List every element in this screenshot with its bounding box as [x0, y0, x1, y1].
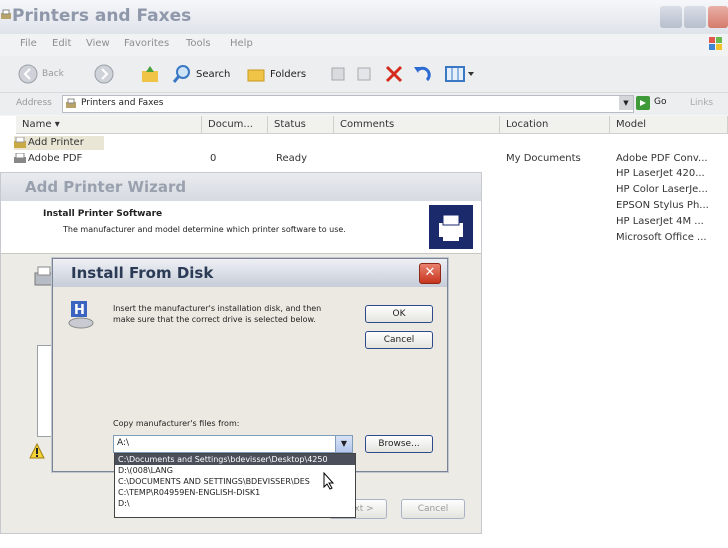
warning-icon	[29, 442, 45, 459]
column-header-name[interactable]: Name ▾	[16, 116, 202, 134]
views-button[interactable]	[444, 64, 478, 84]
folders-icon	[247, 69, 265, 82]
window-close-button[interactable]	[708, 6, 728, 28]
address-input[interactable]: Printers and Faxes ▼	[62, 95, 634, 113]
printer-wizard-icon	[429, 205, 473, 249]
windows-logo-icon	[708, 36, 724, 52]
ok-button[interactable]: OK	[365, 305, 433, 323]
window-title: Printers and Faxes	[12, 6, 192, 26]
combo-value: A:\	[117, 438, 130, 448]
dialog-message: Insert the manufacturer's installation d…	[113, 304, 322, 324]
wizard-titlebar: Add Printer Wizard	[1, 173, 481, 201]
menu-tools[interactable]: Tools	[186, 38, 211, 49]
copy-to-icon[interactable]	[356, 64, 374, 84]
dialog-title: Install From Disk	[71, 264, 214, 282]
links-label[interactable]: Links	[690, 98, 713, 108]
column-header-status[interactable]: Status	[268, 116, 334, 134]
menu-view[interactable]: View	[86, 38, 110, 49]
list-item[interactable]: D:\(008\LANG	[115, 465, 355, 476]
search-icon	[172, 65, 190, 83]
browse-button[interactable]: Browse...	[365, 435, 433, 453]
address-bar: Address Printers and Faxes ▼ Go Links	[0, 93, 728, 115]
folders-button[interactable]: Folders	[246, 64, 312, 84]
cancel-button[interactable]: Cancel	[365, 331, 433, 349]
dialog-titlebar: Install From Disk ✕	[53, 259, 447, 287]
maximize-button[interactable]	[684, 6, 706, 28]
copy-files-label: Copy manufacturer's files from:	[113, 419, 240, 428]
list-item[interactable]: D:\	[115, 498, 355, 509]
install-disk-icon: H	[67, 299, 95, 329]
printer-folder-icon	[0, 9, 12, 21]
svg-text:H: H	[74, 303, 85, 318]
move-to-icon[interactable]	[330, 64, 348, 84]
printer-folder-icon	[65, 98, 77, 110]
table-row[interactable]: Adobe PDF 0 Ready My Documents Adobe PDF…	[14, 152, 728, 166]
menu-favorites[interactable]: Favorites	[124, 38, 169, 49]
forward-arrow-icon	[94, 64, 114, 84]
path-dropdown-list: C:\Documents and Settings\bdevisser\Desk…	[114, 453, 356, 518]
menu-file[interactable]: File	[20, 38, 37, 49]
menu-bar: File Edit View Favorites Tools Help	[0, 34, 728, 56]
address-dropdown-arrow-icon[interactable]: ▼	[619, 96, 633, 110]
copy-files-combo[interactable]: A:\ ▼	[113, 435, 353, 453]
column-header-documents[interactable]: Docum...	[202, 116, 268, 134]
model-cell[interactable]: HP Color LaserJe...	[616, 184, 708, 195]
table-row[interactable]: Add Printer	[14, 136, 104, 150]
list-item[interactable]: C:\DOCUMENTS AND SETTINGS\BDEVISSER\DES	[115, 476, 355, 487]
up-folder-button[interactable]	[140, 64, 160, 84]
list-item[interactable]: C:\Documents and Settings\bdevisser\Desk…	[115, 454, 355, 465]
wizard-heading: Install Printer Software	[43, 209, 163, 219]
model-cell[interactable]: HP LaserJet 4M ...	[616, 216, 704, 227]
go-button[interactable]: Go	[636, 96, 672, 112]
wizard-title: Add Printer Wizard	[25, 178, 187, 196]
close-icon: ✕	[424, 265, 436, 280]
menu-help[interactable]: Help	[230, 38, 253, 49]
column-header-comments[interactable]: Comments	[334, 116, 500, 134]
minimize-button[interactable]	[660, 6, 682, 28]
wizard-cancel-button[interactable]: Cancel	[401, 499, 465, 519]
close-button[interactable]: ✕	[419, 263, 441, 284]
mouse-cursor-icon	[323, 471, 335, 490]
wizard-header: Install Printer Software The manufacture…	[1, 201, 481, 254]
column-header-location[interactable]: Location	[500, 116, 610, 134]
menu-edit[interactable]: Edit	[52, 38, 71, 49]
model-cell[interactable]: Microsoft Office ...	[616, 232, 707, 243]
address-label: Address	[16, 98, 52, 108]
column-header-model[interactable]: Model	[610, 116, 728, 134]
search-button[interactable]: Search	[172, 64, 238, 84]
up-folder-icon	[142, 66, 158, 82]
toolbar: Back Search Folders	[0, 56, 728, 93]
views-icon	[445, 66, 474, 82]
printer-icon	[14, 152, 26, 165]
back-arrow-icon	[18, 64, 38, 84]
add-printer-icon	[14, 136, 26, 149]
undo-icon[interactable]	[412, 64, 432, 84]
list-item[interactable]: C:\TEMP\R04959EN-ENGLISH-DISK1	[115, 487, 355, 498]
delete-icon[interactable]	[384, 64, 404, 84]
install-from-disk-dialog: Install From Disk ✕ H Insert the manufac…	[52, 258, 448, 472]
back-button[interactable]: Back	[18, 64, 88, 84]
go-arrow-icon	[636, 96, 650, 110]
wizard-subheading: The manufacturer and model determine whi…	[63, 225, 346, 234]
forward-button[interactable]	[94, 64, 130, 84]
model-cell[interactable]: EPSON Stylus Ph...	[616, 200, 709, 211]
chevron-down-icon[interactable]: ▼	[335, 436, 352, 452]
model-cell[interactable]: HP LaserJet 420...	[616, 168, 705, 179]
address-value: Printers and Faxes	[81, 98, 164, 108]
window-titlebar: Printers and Faxes	[0, 0, 728, 34]
